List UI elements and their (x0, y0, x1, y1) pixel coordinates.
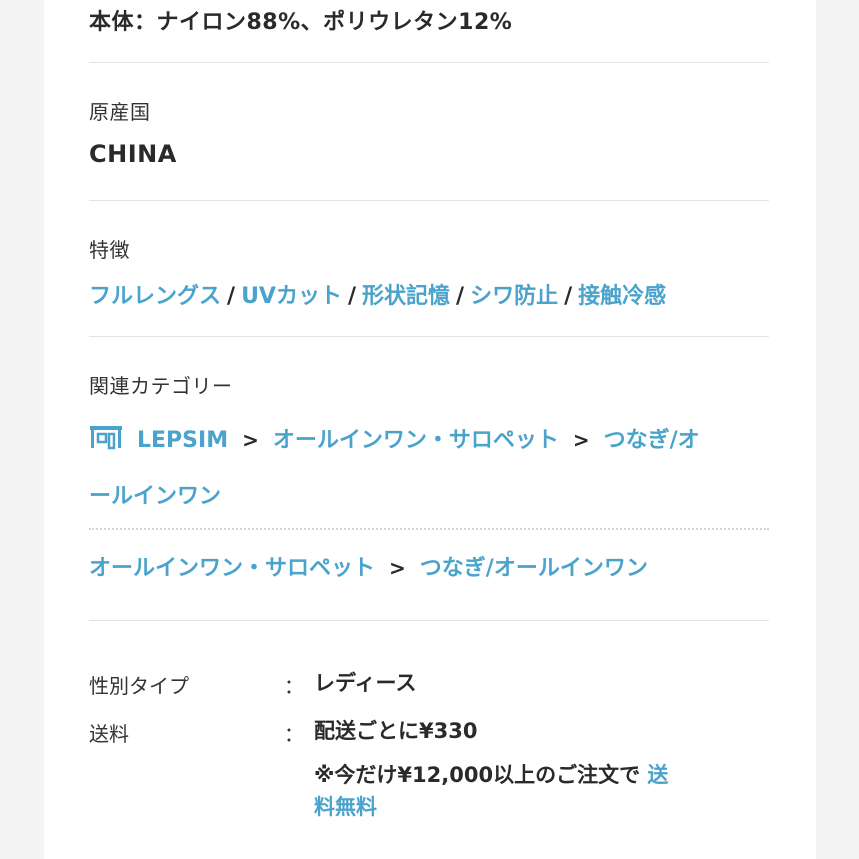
breadcrumb-subcategory-link-cont[interactable]: ールインワン (89, 484, 221, 509)
separator: / (227, 284, 236, 309)
features-heading: 特徴 (89, 238, 130, 262)
divider (89, 62, 769, 63)
divider (89, 620, 769, 621)
origin-value: CHINA (89, 140, 177, 168)
divider (89, 200, 769, 201)
divider (89, 336, 769, 337)
feature-link-wrinkle-free[interactable]: シワ防止 (470, 284, 558, 309)
gender-value: レディース (314, 671, 417, 695)
free-shipping-link[interactable]: 送 (647, 763, 668, 787)
divider-dotted (89, 528, 769, 530)
gender-label: 性別タイプ (89, 674, 189, 698)
shipping-row: 送料 ： 配送ごとに¥330 ※今だけ¥12,000以上のご注文で 送 料無料 (89, 718, 769, 828)
feature-link-cool-touch[interactable]: 接触冷感 (578, 284, 666, 309)
origin-heading: 原産国 (89, 100, 151, 124)
product-detail-panel: 本体：ナイロン88%、ポリウレタン12% 原産国 CHINA 特徴 フルレングス… (44, 0, 816, 859)
feature-link-uv-cut[interactable]: UVカット (241, 284, 342, 309)
breadcrumb-subcategory-link[interactable]: つなぎ/オールインワン (420, 556, 648, 581)
category-path-1: LEPSIM > オールインワン・サロペット > つなぎ/オ (89, 422, 769, 454)
breadcrumb-subcategory-link[interactable]: つなぎ/オ (604, 428, 700, 453)
shop-icon (89, 424, 123, 454)
separator: / (456, 284, 465, 309)
shipping-note: ※今だけ¥12,000以上のご注文で 送 料無料 (314, 759, 739, 823)
shipping-value: 配送ごとに¥330 (314, 719, 478, 743)
material-text: 本体：ナイロン88%、ポリウレタン12% (89, 10, 513, 35)
features-list: フルレングス / UVカット / 形状記憶 / シワ防止 / 接触冷感 (89, 278, 769, 310)
shipping-value-block: 配送ごとに¥330 ※今だけ¥12,000以上のご注文で 送 料無料 (314, 715, 774, 823)
colon: ： (284, 722, 304, 746)
breadcrumb-arrow: > (389, 556, 406, 580)
shipping-label: 送料 (89, 722, 129, 746)
free-shipping-link-cont[interactable]: 料無料 (314, 795, 377, 819)
categories-heading: 関連カテゴリー (89, 374, 233, 398)
breadcrumb-arrow: > (242, 428, 259, 452)
category-path-2: オールインワン・サロペット > つなぎ/オールインワン (89, 550, 769, 582)
feature-link-full-length[interactable]: フルレングス (89, 284, 221, 309)
gender-row: 性別タイプ ： レディース (89, 670, 769, 702)
breadcrumb-shop-link[interactable]: LEPSIM (137, 428, 228, 453)
separator: / (347, 284, 357, 309)
colon: ： (284, 674, 304, 698)
shipping-note-text: ※今だけ¥12,000以上のご注文で (314, 763, 641, 787)
feature-link-shape-memory[interactable]: 形状記憶 (362, 284, 450, 309)
category-path-1-wrap: ールインワン (89, 478, 769, 510)
breadcrumb-category-link[interactable]: オールインワン・サロペット (273, 428, 559, 453)
breadcrumb-category-link[interactable]: オールインワン・サロペット (89, 556, 375, 581)
breadcrumb-arrow: > (572, 428, 590, 452)
separator: / (564, 284, 573, 309)
